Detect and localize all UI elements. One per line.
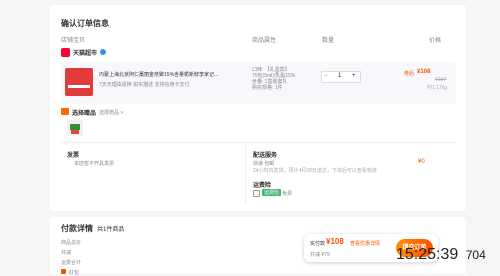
price-value: ¥108: [417, 69, 431, 75]
gift-icon: [61, 108, 69, 115]
col-header-product: 店铺宝贝: [61, 38, 86, 44]
product-service: 7天无理由退换 如实描述 支持信用卡支付: [99, 82, 190, 88]
insurance-label: 运费险: [253, 183, 272, 189]
attr-line: 购买规格: 1件: [252, 85, 283, 91]
quantity-stepper[interactable]: − 1 +: [321, 71, 361, 83]
delivery-label: 配送服务: [253, 153, 278, 159]
insurance-value: 免费: [282, 191, 293, 197]
insurance-badge: 运费险: [262, 189, 282, 196]
red-packet-icon: [61, 269, 66, 274]
coupon-hint-link[interactable]: 查看优惠详情: [350, 240, 380, 247]
invoice-value[interactable]: 本店暂不开具发票: [74, 160, 114, 167]
store-name[interactable]: 天猫超市: [73, 48, 97, 57]
col-header-attrs: 商品属性: [252, 38, 277, 44]
payment-title: 付款详情: [61, 224, 93, 233]
product-title[interactable]: 内蒙上海北京阿仁藁丽金奈聚15%含量栀新鲜李家记...: [99, 71, 218, 78]
col-header-quantity: 数量: [322, 38, 335, 44]
column-divider: [245, 146, 246, 204]
saved-amount: 共减 ¥79: [310, 252, 330, 258]
price-tag: 券后: [404, 71, 415, 77]
delivery-method[interactable]: 快递 包邮: [253, 160, 274, 167]
payment-row-label: 共减: [61, 250, 72, 256]
gift-select-link[interactable]: 选择赠品 >: [99, 109, 123, 116]
gift-row[interactable]: 选择赠品 选择赠品 >: [61, 108, 261, 138]
item-block: 内蒙上海北京阿仁藁丽金奈聚15%含量栀新鲜李家记... 7天无理由退换 如实描述…: [61, 62, 456, 104]
quantity-plus-button[interactable]: +: [352, 73, 356, 79]
divider: [61, 142, 456, 143]
gift-label: 选择赠品: [72, 111, 97, 117]
quantity-minus-button[interactable]: −: [324, 73, 328, 79]
section-title: 确认订单信息: [61, 19, 109, 28]
verified-icon: [100, 49, 106, 55]
payment-row-label: 运费合计: [61, 260, 82, 266]
clock-time: 15:25:39: [396, 246, 459, 263]
gift-product-image[interactable]: [67, 120, 83, 136]
quantity-value[interactable]: 1: [338, 73, 341, 79]
insurance-checkbox[interactable]: [253, 190, 260, 197]
payment-row-label: 红包: [69, 270, 80, 276]
price-unit: 约1.17kg: [427, 85, 448, 91]
payment-row-label: 商品总价: [61, 240, 82, 246]
delivery-fee: ¥0: [418, 159, 425, 165]
total-value: ¥108: [326, 237, 344, 246]
delivery-desc: 24小时内发货，预计4月28日送达，下单后可以查看物流: [253, 168, 377, 174]
total-label: 实付款: [310, 241, 326, 247]
clock-overlay: 15:25:39 704: [396, 246, 486, 268]
clock-suffix: 704: [465, 248, 486, 262]
tmall-logo-icon: [61, 48, 70, 57]
col-header-price: 价格: [429, 38, 442, 44]
store-row: 天猫超市: [61, 47, 456, 59]
product-image[interactable]: [65, 68, 93, 96]
product-attrs: 口味: 【礼盒款】 70包(5ml)/乳脂15% 含量: 1盒装套礼 购买规格:…: [252, 67, 295, 91]
price-original: ¥107: [435, 77, 447, 83]
order-card: 确认订单信息 店铺宝贝 商品属性 数量 价格 天猫超市 内蒙上海北京阿仁藁丽金奈…: [50, 5, 466, 211]
invoice-label: 发票: [67, 153, 80, 159]
payment-count: 共1件商品: [97, 227, 125, 233]
